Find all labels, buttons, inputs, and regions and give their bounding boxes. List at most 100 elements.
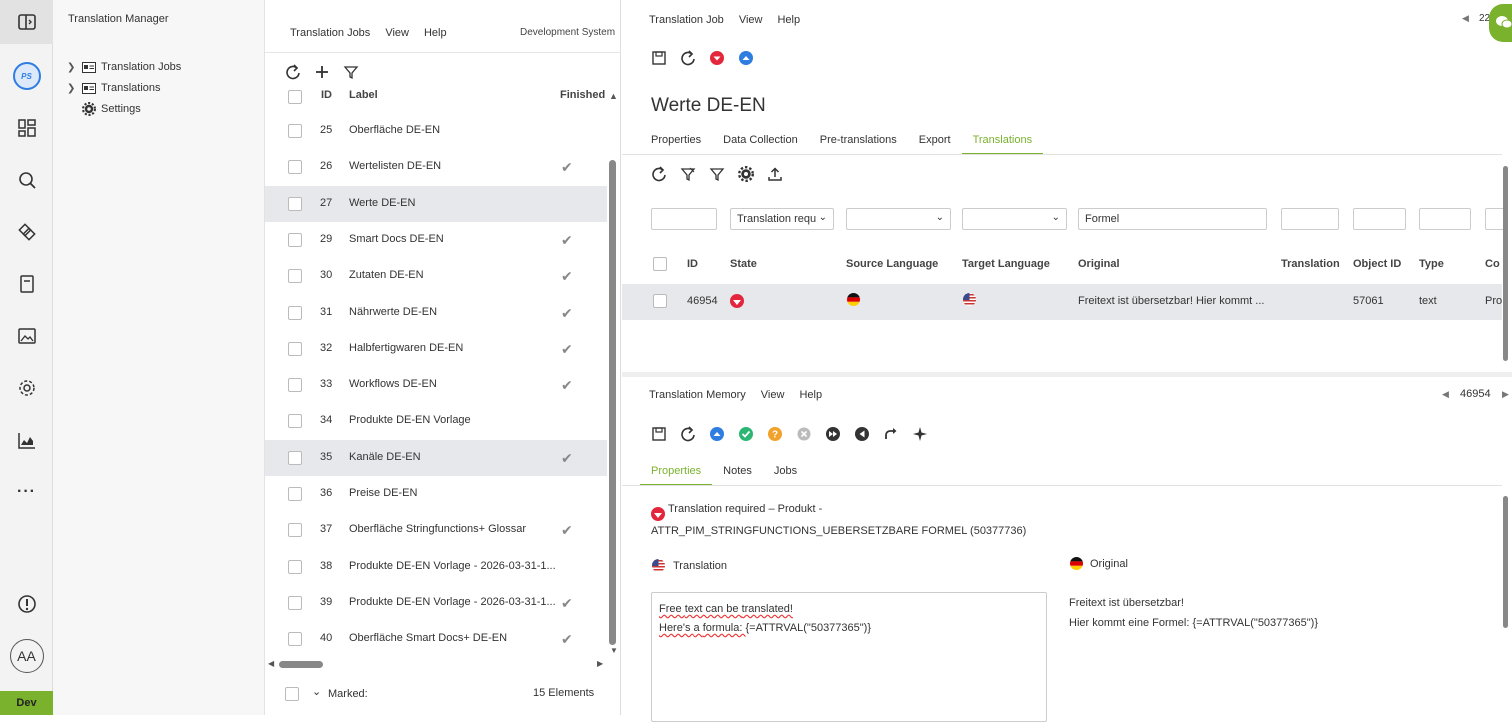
save-button[interactable] [644,47,673,69]
refresh-button[interactable] [673,47,702,69]
menu-help[interactable]: Help [424,27,447,39]
menu-translation-memory[interactable]: Translation Memory [649,389,746,401]
filter-button[interactable] [336,61,365,83]
forward-button[interactable] [876,423,905,445]
row-checkbox[interactable] [288,269,302,284]
menu-view[interactable]: View [739,14,763,26]
filter-button[interactable] [702,163,731,185]
row-checkbox[interactable] [288,196,302,211]
list-item[interactable]: 38 Produkte DE-EN Vorlage - 2026-03-31-1.… [265,549,607,585]
tree-item-translation-jobs[interactable]: ❯ Translation Jobs [67,58,181,76]
original-filter[interactable]: Formel [1078,208,1267,230]
tab-notes[interactable]: Notes [712,465,763,486]
tab-translations[interactable]: Translations [961,134,1044,155]
list-item[interactable]: 35 Kanäle DE-EN ✔ [265,439,607,476]
tab-export[interactable]: Export [908,134,962,155]
chevron-down-icon[interactable]: ⌄ [312,685,321,698]
row-checkbox[interactable] [653,294,667,308]
select-all-checkbox[interactable] [288,90,302,104]
clear-filter-button[interactable] [673,163,702,185]
row-checkbox[interactable] [288,305,302,320]
list-item[interactable]: 27 Werte DE-EN [265,185,607,222]
move-down-button[interactable] [702,47,731,69]
ai-button[interactable] [905,423,934,445]
row-checkbox[interactable] [288,487,302,501]
tree-item-settings[interactable]: Settings [67,100,141,118]
object-id-filter[interactable] [1353,208,1406,230]
list-item[interactable]: 31 Nährwerte DE-EN ✔ [265,295,607,331]
column-finished[interactable]: Finished [560,89,605,101]
user-avatar-button[interactable]: AA [0,634,53,678]
scroll-down-icon[interactable]: ▼ [610,646,618,655]
tab-data-collection[interactable]: Data Collection [712,134,809,155]
fast-forward-button[interactable] [818,423,847,445]
column-source-language[interactable]: Source Language [846,258,938,270]
table-row[interactable]: 46954 Freitext ist übersetzbar! Hier kom… [622,284,1502,320]
tab-properties[interactable]: Properties [640,134,712,155]
add-button[interactable] [307,61,336,83]
tab-jobs[interactable]: Jobs [763,465,808,486]
row-checkbox[interactable] [288,160,302,175]
back-button[interactable] [847,423,876,445]
logo-button[interactable]: PS [0,54,53,98]
list-item[interactable]: 34 Produkte DE-EN Vorlage [265,403,607,439]
column-state[interactable]: State [730,258,757,270]
tab-properties[interactable]: Properties [640,465,713,486]
prev-record-icon[interactable]: ◀ [1442,389,1449,400]
tab-pre-translations[interactable]: Pre-translations [809,134,908,155]
column-target-language[interactable]: Target Language [962,258,1050,270]
horizontal-scrollbar[interactable] [279,661,323,668]
column-object-id[interactable]: Object ID [1353,258,1401,270]
search-button[interactable] [0,158,53,202]
column-co[interactable]: Co [1485,258,1500,270]
list-item[interactable]: 33 Workflows DE-EN ✔ [265,367,607,403]
menu-help[interactable]: Help [777,14,800,26]
list-item[interactable]: 40 Oberfläche Smart Docs+ DE-EN ✔ [265,621,607,657]
list-item[interactable]: 30 Zutaten DE-EN ✔ [265,258,607,294]
id-filter[interactable] [651,208,717,230]
menu-translation-jobs[interactable]: Translation Jobs [290,27,370,39]
list-item[interactable]: 25 Oberfläche DE-EN [265,113,607,149]
sidebar-toggle-button[interactable] [0,0,53,44]
chat-button[interactable] [1489,4,1512,42]
scroll-left-icon[interactable]: ◀ [268,659,274,668]
refresh-button[interactable] [644,163,673,185]
vertical-scrollbar[interactable] [609,160,616,645]
question-button[interactable]: ? [760,423,789,445]
sort-up-icon[interactable]: ▲ [609,91,618,101]
list-item[interactable]: 36 Preise DE-EN [265,476,607,512]
source-language-filter[interactable]: ⌄ [846,208,951,230]
book-button[interactable] [0,262,53,306]
next-record-icon[interactable]: ▶ [1502,389,1509,400]
row-checkbox[interactable] [288,632,302,647]
chevron-right-icon[interactable]: ❯ [67,83,77,94]
row-checkbox[interactable] [288,559,302,574]
list-item[interactable]: 26 Wertelisten DE-EN ✔ [265,149,607,185]
translation-editor[interactable]: Free text can be translated! Here's a fo… [651,592,1047,722]
row-checkbox[interactable] [288,523,302,538]
dashboard-button[interactable] [0,106,53,150]
scroll-right-icon[interactable]: ▶ [597,659,603,668]
more-button[interactable]: ··· [0,470,53,514]
column-id[interactable]: ID [321,89,332,101]
column-label[interactable]: Label [349,89,378,101]
tree-item-translations[interactable]: ❯ Translations [67,79,161,97]
list-item[interactable]: 32 Halbfertigwaren DE-EN ✔ [265,331,607,367]
list-item[interactable]: 37 Oberfläche Stringfunctions+ Glossar ✔ [265,512,607,548]
reject-button[interactable] [789,423,818,445]
save-button[interactable] [644,423,673,445]
menu-view[interactable]: View [761,389,785,401]
menu-view[interactable]: View [385,27,409,39]
reports-button[interactable] [0,418,53,462]
row-checkbox[interactable] [288,414,302,429]
type-filter[interactable] [1419,208,1471,230]
column-original[interactable]: Original [1078,258,1120,270]
select-all-checkbox[interactable] [653,257,667,271]
column-translation[interactable]: Translation [1281,258,1340,270]
list-item[interactable]: 39 Produkte DE-EN Vorlage - 2026-03-31-1.… [265,585,607,621]
row-checkbox[interactable] [288,124,302,138]
chevron-right-icon[interactable]: ❯ [67,62,77,73]
footer-checkbox[interactable] [285,687,299,701]
state-filter[interactable]: Translation requ ⌄ [730,208,834,230]
move-up-button[interactable] [731,47,760,69]
